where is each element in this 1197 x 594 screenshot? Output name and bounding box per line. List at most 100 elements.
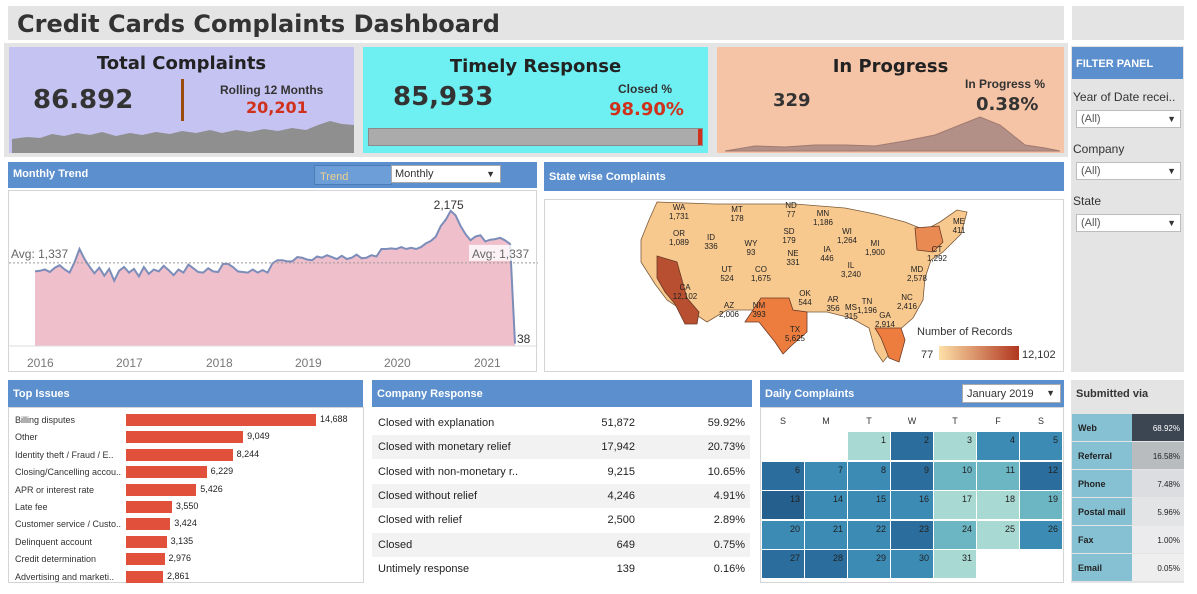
filter-company-select[interactable]: (All) ▼ — [1076, 162, 1181, 180]
calendar-day[interactable]: 24 — [934, 520, 976, 549]
calendar-day[interactable]: 10 — [934, 461, 976, 490]
calendar-day[interactable]: 27 — [762, 550, 804, 579]
calendar-day[interactable]: 15 — [848, 491, 890, 520]
company-response-row[interactable]: Closed with non-monetary r.. 9,215 10.65% — [372, 459, 750, 484]
issue-row[interactable]: Delinquent account 3,135 — [9, 534, 363, 551]
state-count-label: 77 — [787, 210, 796, 219]
submitted-via-row[interactable]: Fax 1.00% — [1072, 526, 1184, 553]
kpi-total-value: 86.892 — [33, 85, 134, 115]
issue-row[interactable]: Credit determination 2,976 — [9, 551, 363, 568]
avg-label-left: Avg: 1,337 — [11, 247, 68, 261]
kpi-total-title: Total Complaints — [96, 53, 267, 74]
state-code-label: MN — [817, 209, 830, 218]
state-code-label: NM — [753, 301, 766, 310]
daily-month-select[interactable]: January 2019 ▼ — [962, 384, 1061, 403]
calendar-day[interactable]: 5 — [1020, 432, 1062, 460]
state-code-label: CO — [755, 265, 767, 274]
issue-label: Credit determination — [15, 554, 97, 565]
submitted-via-row[interactable]: Web 68.92% — [1072, 414, 1184, 441]
calendar-day[interactable]: 7 — [805, 461, 847, 490]
company-response-row[interactable]: Closed 649 0.75% — [372, 532, 750, 557]
calendar-day[interactable]: 30 — [891, 550, 933, 579]
kpi-total-sparkline — [12, 121, 354, 153]
kpi-timely-response: Timely Response 85,933 Closed % 98.90% — [363, 47, 708, 153]
daily-month-value: January 2019 — [967, 388, 1034, 400]
issue-row[interactable]: Other 9,049 — [9, 429, 363, 446]
calendar-day[interactable]: 19 — [1020, 491, 1062, 520]
calendar-day[interactable]: 3 — [934, 432, 976, 460]
issue-row[interactable]: Late fee 3,550 — [9, 499, 363, 516]
calendar-day[interactable]: 9 — [891, 461, 933, 490]
calendar-day[interactable]: 12 — [1020, 461, 1062, 490]
submitted-via-label: Phone — [1072, 470, 1132, 497]
calendar-day[interactable]: 17 — [934, 491, 976, 520]
calendar-day[interactable]: 20 — [762, 520, 804, 549]
submitted-via-value: 0.05% — [1132, 554, 1184, 581]
response-percent: 2.89% — [713, 514, 745, 527]
issue-row[interactable]: Advertising and marketi.. 2,861 — [9, 569, 363, 586]
calendar-day[interactable]: 14 — [805, 491, 847, 520]
kpi-total-sub-label: Rolling 12 Months — [220, 83, 324, 97]
calendar-day[interactable]: 29 — [848, 550, 890, 579]
filter-company-label: Company — [1073, 142, 1125, 156]
state-code-label: TX — [790, 325, 801, 334]
calendar-day[interactable]: 4 — [977, 432, 1019, 460]
calendar-day[interactable]: 21 — [805, 520, 847, 549]
submitted-via-row[interactable]: Postal mail 5.96% — [1072, 498, 1184, 525]
calendar-day[interactable]: 28 — [805, 550, 847, 579]
issue-bar — [126, 518, 171, 531]
state-map-title: State wise Complaints — [549, 171, 666, 183]
calendar-day[interactable]: 8 — [848, 461, 890, 490]
issue-row[interactable]: APR or interest rate 5,426 — [9, 482, 363, 499]
company-response-row[interactable]: Untimely response 139 0.16% — [372, 556, 750, 581]
company-response-row[interactable]: Closed with relief 2,500 2.89% — [372, 508, 750, 533]
filter-panel-title: FILTER PANEL — [1072, 47, 1183, 79]
calendar-day[interactable]: 16 — [891, 491, 933, 520]
filter-state-select[interactable]: (All) ▼ — [1076, 214, 1181, 232]
calendar-day[interactable]: 26 — [1020, 520, 1062, 549]
issue-row[interactable]: Customer service / Custo.. 3,424 — [9, 516, 363, 533]
calendar-day[interactable]: 2 — [891, 432, 933, 460]
chevron-down-icon: ▼ — [1167, 218, 1176, 228]
company-response-row[interactable]: Closed with monetary relief 17,942 20.73% — [372, 435, 750, 460]
dashboard-title: Credit Cards Complaints Dashboard — [17, 10, 500, 38]
company-response-row[interactable]: Closed without relief 4,246 4.91% — [372, 483, 750, 508]
submitted-via-row[interactable]: Phone 7.48% — [1072, 470, 1184, 497]
avg-label-right: Avg: 1,337 — [472, 247, 529, 261]
calendar-day[interactable]: 23 — [891, 520, 933, 549]
weekday-label: T — [952, 416, 958, 426]
weekday-label: M — [822, 416, 830, 426]
issue-label: APR or interest rate — [15, 484, 95, 495]
calendar-day[interactable]: 25 — [977, 520, 1019, 549]
response-count: 51,872 — [601, 417, 635, 429]
state-count-label: 1,675 — [751, 274, 772, 283]
company-response-row[interactable]: Closed with explanation 51,872 59.92% — [372, 411, 750, 435]
filter-year-select[interactable]: (All) ▼ — [1076, 110, 1181, 128]
issue-value: 8,244 — [236, 448, 260, 459]
response-percent: 59.92% — [707, 417, 745, 429]
issue-row[interactable]: Billing disputes 14,688 — [9, 412, 363, 429]
state-code-label: WA — [673, 203, 686, 212]
response-percent: 20.73% — [707, 441, 745, 454]
submitted-via-row[interactable]: Referral 16.58% — [1072, 442, 1184, 469]
trend-area — [35, 210, 515, 346]
calendar-day[interactable]: 11 — [977, 461, 1019, 490]
submitted-via-row[interactable]: Email 0.05% — [1072, 554, 1184, 581]
issue-bar — [126, 570, 163, 583]
calendar-day[interactable]: 6 — [762, 461, 804, 490]
calendar-day[interactable]: 18 — [977, 491, 1019, 520]
response-percent: 10.65% — [707, 465, 745, 478]
issue-row[interactable]: Identity theft / Fraud / E.. 8,244 — [9, 447, 363, 464]
calendar-day[interactable]: 22 — [848, 520, 890, 549]
issue-row[interactable]: Closing/Cancelling accou.. 6,229 — [9, 464, 363, 481]
calendar-day[interactable]: 31 — [934, 550, 976, 579]
calendar-day[interactable]: 1 — [848, 432, 890, 460]
response-percent: 4.91% — [713, 489, 745, 502]
submitted-via-label: Web — [1072, 414, 1132, 441]
state-code-label: TN — [862, 297, 873, 306]
monthly-trend-select[interactable]: Monthly ▼ — [391, 165, 501, 183]
weekday-label: F — [995, 416, 1001, 426]
year-tick-label: 2018 — [206, 356, 233, 370]
state-code-label: CA — [679, 283, 691, 292]
calendar-day[interactable]: 13 — [762, 491, 804, 520]
